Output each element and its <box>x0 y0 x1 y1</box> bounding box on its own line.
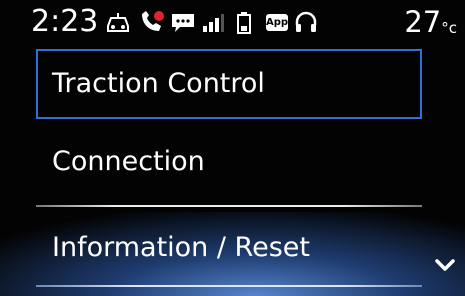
vehicle-icon <box>107 13 129 32</box>
signal-icon <box>203 14 224 32</box>
battery-icon <box>237 12 251 34</box>
divider <box>36 205 422 207</box>
app-icon: App <box>266 14 288 31</box>
chevron-down-icon[interactable] <box>432 254 458 276</box>
message-icon <box>172 14 194 32</box>
divider <box>36 285 422 287</box>
headset-icon <box>295 11 317 32</box>
menu-item-connection[interactable]: Connection <box>0 124 428 206</box>
phone-missed-icon <box>142 11 164 31</box>
menu-item-traction-control[interactable]: Traction Control <box>0 49 428 121</box>
menu-item-information-reset[interactable]: Information / Reset <box>0 208 428 290</box>
settings-screen: 2:23 App 27°c Traction Control Connectio… <box>0 0 465 296</box>
status-bar: 2:23 App 27°c <box>0 0 465 44</box>
menu-item-label: Connection <box>52 146 205 177</box>
menu-item-label: Information / Reset <box>52 232 310 263</box>
menu-item-label: Traction Control <box>52 68 265 99</box>
temperature-unit: °c <box>441 19 457 37</box>
outside-temperature: 27°c <box>404 5 457 39</box>
clock: 2:23 <box>31 4 99 39</box>
